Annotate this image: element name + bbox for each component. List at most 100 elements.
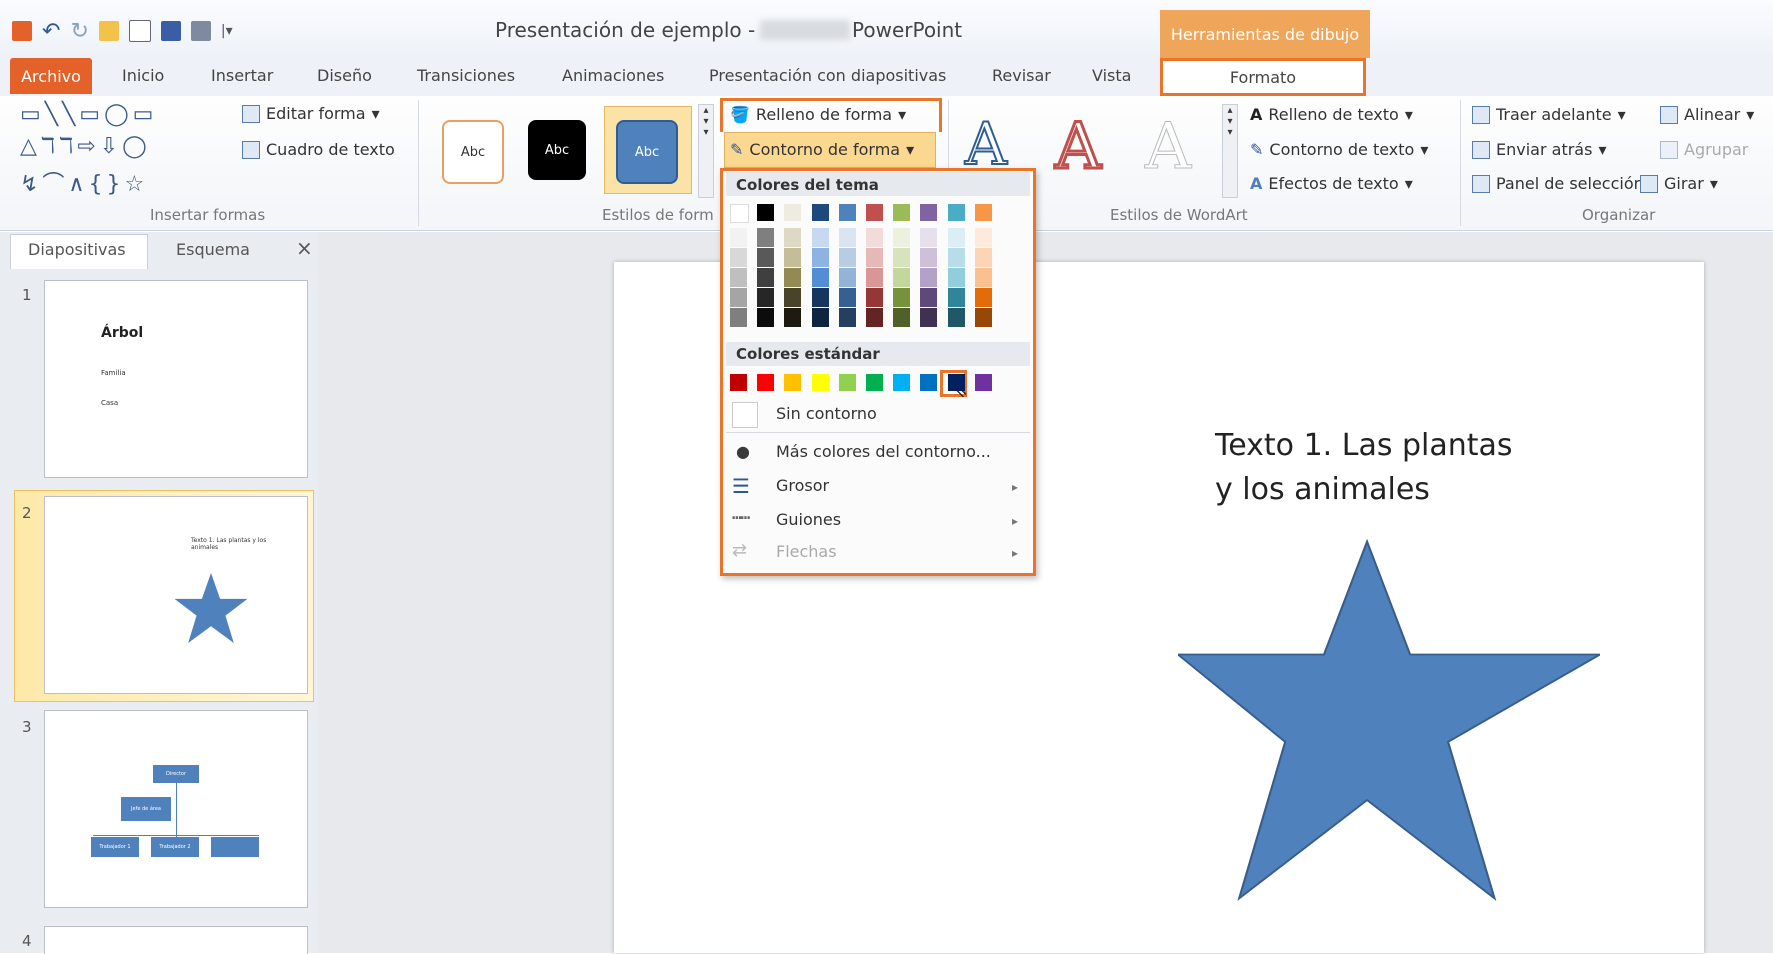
theme-shade-swatch[interactable]	[866, 268, 883, 287]
standard-color-swatch[interactable]	[838, 374, 856, 391]
theme-shade-swatch[interactable]	[893, 248, 911, 267]
theme-shade-swatch[interactable]	[893, 228, 911, 247]
theme-shade-swatch[interactable]	[838, 308, 856, 327]
theme-shade-swatch[interactable]	[893, 288, 911, 307]
theme-shade-swatch[interactable]	[947, 248, 965, 267]
standard-color-swatch[interactable]	[784, 374, 802, 391]
new-document-icon[interactable]	[128, 20, 151, 42]
tab-revisar[interactable]: Revisar	[992, 66, 1051, 85]
theme-shade-swatch[interactable]	[730, 288, 747, 307]
standard-color-swatch[interactable]	[893, 374, 911, 391]
shapes-gallery-row1[interactable]: ▭╲╲▭◯▭	[20, 102, 157, 127]
open-folder-icon[interactable]	[98, 21, 119, 41]
more-outline-colors-item[interactable]: Más colores del contorno...	[776, 442, 991, 461]
wordart-style-red[interactable]: A	[1053, 109, 1102, 186]
theme-shade-swatch[interactable]	[838, 248, 856, 267]
slide-thumbnail-4[interactable]	[44, 926, 308, 954]
styles-gallery-scroll[interactable]: ▴ ▾ ▾	[698, 104, 714, 198]
theme-shade-swatch[interactable]	[730, 228, 747, 247]
send-backward-button[interactable]: Enviar atrás ▾	[1472, 140, 1606, 159]
slide-thumbnail-1[interactable]: Árbol Familia Casa	[44, 280, 308, 478]
theme-shade-swatch[interactable]	[757, 248, 775, 267]
theme-shade-swatch[interactable]	[730, 248, 747, 267]
theme-color-swatch[interactable]	[866, 204, 883, 221]
shape-fill-button[interactable]: 🪣 Relleno de forma ▾	[730, 105, 906, 124]
theme-shade-swatch[interactable]	[893, 268, 911, 287]
wordart-gallery-scroll[interactable]: ▴ ▾ ▾	[1222, 104, 1238, 198]
theme-color-swatch[interactable]	[920, 204, 938, 221]
theme-shade-swatch[interactable]	[811, 288, 829, 307]
dashes-item[interactable]: Guiones	[776, 510, 841, 529]
theme-shade-swatch[interactable]	[974, 268, 992, 287]
theme-color-swatch[interactable]	[811, 204, 829, 221]
theme-shade-swatch[interactable]	[920, 248, 938, 267]
standard-color-swatch[interactable]	[811, 374, 829, 391]
theme-shade-swatch[interactable]	[866, 288, 883, 307]
tab-insertar[interactable]: Insertar	[211, 66, 273, 85]
theme-color-swatch[interactable]	[757, 204, 775, 221]
style-outline-orange[interactable]: Abc	[442, 120, 504, 184]
theme-shade-swatch[interactable]	[730, 268, 747, 287]
theme-shade-swatch[interactable]	[947, 288, 965, 307]
theme-shade-swatch[interactable]	[947, 228, 965, 247]
theme-shade-swatch[interactable]	[920, 288, 938, 307]
text-fill-button[interactable]: A Relleno de texto ▾	[1250, 105, 1413, 124]
theme-shade-swatch[interactable]	[866, 228, 883, 247]
theme-shade-swatch[interactable]	[893, 308, 911, 327]
tab-inicio[interactable]: Inicio	[122, 66, 164, 85]
tab-formato[interactable]: Formato	[1160, 58, 1366, 96]
shape-outline-button[interactable]: ✎ Contorno de forma ▾	[730, 140, 914, 159]
tab-diapositivas[interactable]: Diapositivas	[28, 240, 126, 259]
theme-shade-swatch[interactable]	[730, 308, 747, 327]
save-icon[interactable]	[160, 21, 181, 41]
print-icon[interactable]	[190, 21, 211, 41]
theme-shade-swatch[interactable]	[920, 268, 938, 287]
style-black[interactable]: Abc	[528, 120, 586, 180]
bring-forward-button[interactable]: Traer adelante ▾	[1472, 105, 1626, 124]
theme-shade-swatch[interactable]	[947, 268, 965, 287]
group-button[interactable]: Agrupar	[1660, 140, 1748, 159]
tab-esquema[interactable]: Esquema	[176, 240, 250, 259]
theme-shade-swatch[interactable]	[757, 268, 775, 287]
theme-shade-swatch[interactable]	[866, 308, 883, 327]
tab-diseno[interactable]: Diseño	[317, 66, 372, 85]
standard-color-swatch[interactable]	[974, 374, 992, 391]
theme-color-swatch[interactable]	[730, 204, 749, 223]
tab-transiciones[interactable]: Transiciones	[417, 66, 515, 85]
theme-shade-swatch[interactable]	[784, 228, 802, 247]
customize-toolbar-icon[interactable]: |▾	[221, 23, 233, 39]
tab-animaciones[interactable]: Animaciones	[562, 66, 664, 85]
theme-shade-swatch[interactable]	[811, 268, 829, 287]
theme-shade-swatch[interactable]	[757, 288, 775, 307]
text-box-button[interactable]: Cuadro de texto	[242, 140, 395, 159]
theme-shade-swatch[interactable]	[974, 228, 992, 247]
theme-shade-swatch[interactable]	[974, 288, 992, 307]
standard-color-swatch[interactable]	[920, 374, 938, 391]
standard-color-swatch[interactable]	[757, 374, 775, 391]
theme-shade-swatch[interactable]	[920, 228, 938, 247]
theme-color-swatch[interactable]	[974, 204, 992, 221]
slide-thumbnail-3[interactable]: Director Jefe de área Trabajador 1 Traba…	[44, 710, 308, 908]
align-button[interactable]: Alinear ▾	[1660, 105, 1754, 124]
theme-shade-swatch[interactable]	[920, 308, 938, 327]
theme-shade-swatch[interactable]	[974, 308, 992, 327]
standard-color-swatch[interactable]	[947, 374, 965, 391]
theme-shade-swatch[interactable]	[838, 228, 856, 247]
theme-shade-swatch[interactable]	[784, 268, 802, 287]
text-outline-button[interactable]: ✎ Contorno de texto ▾	[1250, 140, 1428, 159]
standard-color-swatch[interactable]	[730, 374, 747, 391]
edit-shape-button[interactable]: Editar forma ▾	[242, 104, 380, 123]
selection-pane-button[interactable]: Panel de selección	[1472, 174, 1644, 193]
powerpoint-icon[interactable]	[12, 21, 32, 41]
tab-presentacion[interactable]: Presentación con diapositivas	[709, 66, 946, 85]
wordart-style-light[interactable]: A	[1144, 110, 1191, 185]
theme-shade-swatch[interactable]	[757, 228, 775, 247]
rotate-button[interactable]: Girar ▾	[1640, 174, 1718, 193]
theme-shade-swatch[interactable]	[811, 228, 829, 247]
theme-shade-swatch[interactable]	[947, 308, 965, 327]
undo-icon[interactable]: ↶	[42, 19, 60, 44]
theme-shade-swatch[interactable]	[866, 248, 883, 267]
tab-vista[interactable]: Vista	[1092, 66, 1131, 85]
slide-text-box[interactable]: Texto 1. Las plantas y los animales	[1215, 424, 1535, 512]
theme-shade-swatch[interactable]	[784, 288, 802, 307]
